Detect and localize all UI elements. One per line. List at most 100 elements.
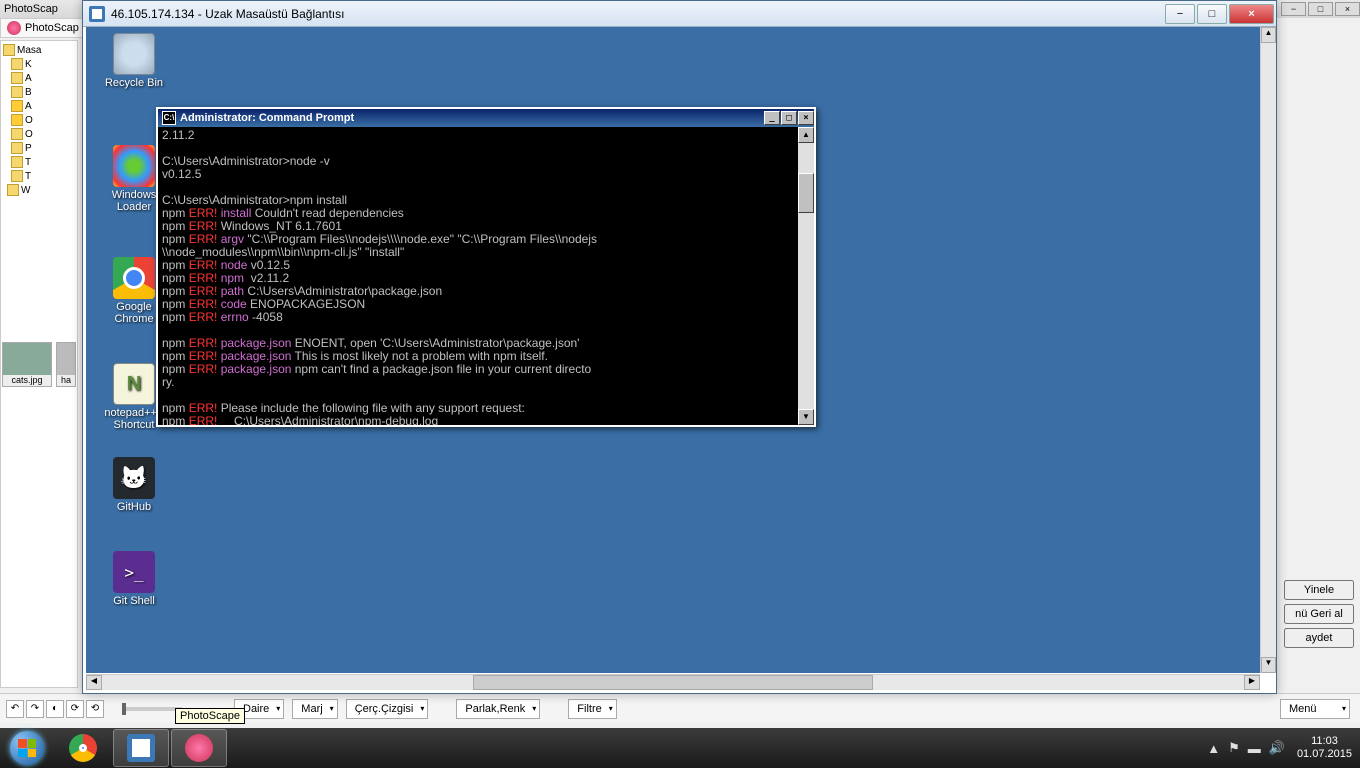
taskbar-photoscape[interactable] <box>171 729 227 767</box>
taskbar-clock[interactable]: 11:03 01.07.2015 <box>1297 735 1352 761</box>
cmd-text: v0.12.5 <box>247 258 290 272</box>
cmd-err: ERR! <box>189 310 218 324</box>
tree-root[interactable]: Masa <box>17 45 41 56</box>
scroll-up-icon[interactable]: ▲ <box>1261 27 1276 43</box>
recycle-bin-icon[interactable]: Recycle Bin <box>98 33 170 89</box>
margin-dropdown[interactable]: Marj <box>292 699 337 719</box>
cmd-line: 2.11.2 <box>162 128 194 142</box>
tree-item[interactable]: A <box>25 73 32 84</box>
cmd-err: ERR! <box>189 362 218 376</box>
action-center-icon[interactable]: ⚑ <box>1228 740 1240 756</box>
thumb-label: cats.jpg <box>11 375 42 385</box>
git-shell-icon[interactable]: Git Shell <box>98 551 170 607</box>
cmd-text: C:\Users\Administrator\npm-debug.log <box>217 414 438 425</box>
outer-min-button[interactable]: − <box>1281 2 1306 16</box>
redo-icon[interactable]: ↷ <box>26 700 44 718</box>
save-button[interactable]: aydet <box>1284 628 1354 648</box>
icon-label: Recycle Bin <box>105 77 163 89</box>
system-tray: ▲ ⚑ ▬ 🔊 11:03 01.07.2015 <box>1203 728 1360 768</box>
tree-item[interactable]: B <box>25 87 32 98</box>
contrast-icon[interactable]: ◐ <box>46 700 64 718</box>
icon-label: GitHub <box>117 501 151 513</box>
cmd-text: Please include the following file with a… <box>217 401 525 415</box>
cmd-scrollbar[interactable]: ▲ ▼ <box>798 127 814 425</box>
outer-close-button[interactable]: × <box>1335 2 1360 16</box>
thumbnail[interactable]: cats.jpg <box>2 342 52 387</box>
frame-dropdown[interactable]: Çerç.Çizgisi <box>346 699 429 719</box>
cmd-text: npm <box>162 284 189 298</box>
volume-icon[interactable]: 🔊 <box>1269 740 1285 756</box>
cmd-min-button[interactable]: _ <box>764 111 780 125</box>
cmd-cat: node <box>217 258 247 272</box>
tooltip: PhotoScape <box>175 708 245 724</box>
zoom-slider[interactable] <box>122 707 182 711</box>
icon-label: Git Shell <box>113 595 155 607</box>
tree-item[interactable]: T <box>25 171 31 182</box>
network-icon[interactable]: ▬ <box>1248 741 1261 756</box>
scroll-thumb[interactable] <box>473 675 873 690</box>
rdp-title: 46.105.174.134 - Uzak Masaüstü Bağlantıs… <box>111 7 344 21</box>
tree-item[interactable]: P <box>25 143 32 154</box>
rotate-ccw-icon[interactable]: ⟳ <box>66 700 84 718</box>
scroll-down-icon[interactable]: ▼ <box>798 409 814 425</box>
cmd-text: ENOENT, open 'C:\Users\Administrator\pac… <box>291 336 579 350</box>
clock-time: 11:03 <box>1297 735 1352 748</box>
tray-overflow-icon[interactable]: ▲ <box>1207 741 1220 756</box>
cmd-line: ry. <box>162 375 174 389</box>
undo-all-button[interactable]: nü Geri al <box>1284 604 1354 624</box>
cmd-text: npm <box>162 336 189 350</box>
clock-date: 01.07.2015 <box>1297 748 1352 761</box>
tree-item[interactable]: W <box>21 185 30 196</box>
remote-desktop[interactable]: Recycle Bin Windows Loader Google Chrome… <box>86 27 1273 673</box>
cmd-titlebar[interactable]: C:\ Administrator: Command Prompt _ □ × <box>158 109 814 127</box>
undo-icon[interactable]: ↶ <box>6 700 24 718</box>
rdp-max-button[interactable]: □ <box>1197 4 1227 24</box>
cmd-text: npm <box>162 232 189 246</box>
scroll-thumb[interactable] <box>798 173 814 213</box>
scroll-track[interactable] <box>798 143 814 409</box>
rdp-scrollbar-h[interactable]: ◀ ▶ <box>86 674 1260 690</box>
rdp-min-button[interactable]: − <box>1165 4 1195 24</box>
thumbnail[interactable]: ha <box>56 342 76 387</box>
rdp-scrollbar-v[interactable]: ▲ ▼ <box>1260 27 1276 673</box>
tree-item[interactable]: O <box>25 115 33 126</box>
cmd-err: ERR! <box>189 258 218 272</box>
folder-icon <box>11 58 23 70</box>
photoscape-tab[interactable]: PhotoScap <box>0 18 86 38</box>
scroll-right-icon[interactable]: ▶ <box>1244 675 1260 690</box>
rotate-cw-icon[interactable]: ⟲ <box>86 700 104 718</box>
cmd-window: C:\ Administrator: Command Prompt _ □ × … <box>156 107 816 427</box>
filter-dropdown[interactable]: Filtre <box>568 699 616 719</box>
cmd-text: Couldn't read dependencies <box>251 206 403 220</box>
bright-color-dropdown[interactable]: Parlak,Renk <box>456 699 540 719</box>
thumbnail-area: cats.jpg ha <box>0 340 78 400</box>
taskbar-chrome[interactable] <box>55 729 111 767</box>
rdp-titlebar[interactable]: 46.105.174.134 - Uzak Masaüstü Bağlantıs… <box>83 1 1276 27</box>
scroll-left-icon[interactable]: ◀ <box>86 675 102 690</box>
github-icon[interactable]: GitHub <box>98 457 170 513</box>
scroll-down-icon[interactable]: ▼ <box>1261 657 1276 673</box>
tree-item[interactable]: O <box>25 129 33 140</box>
tree-item[interactable]: K <box>25 59 32 70</box>
outer-max-button[interactable]: □ <box>1308 2 1333 16</box>
cmd-icon: C:\ <box>162 111 176 125</box>
cmd-close-button[interactable]: × <box>798 111 814 125</box>
redo-button[interactable]: Yinele <box>1284 580 1354 600</box>
cmd-max-button[interactable]: □ <box>781 111 797 125</box>
cmd-line: v0.12.5 <box>162 167 201 181</box>
cmd-text: npm <box>162 349 189 363</box>
scroll-up-icon[interactable]: ▲ <box>798 127 814 143</box>
start-button[interactable] <box>0 728 54 768</box>
cmd-text: v2.11.2 <box>247 271 289 285</box>
menu-dropdown[interactable]: Menü <box>1280 699 1350 719</box>
cmd-err: ERR! <box>189 414 218 425</box>
rdp-close-button[interactable]: × <box>1229 4 1274 24</box>
tree-item[interactable]: T <box>25 157 31 168</box>
cmd-text: npm <box>162 414 189 425</box>
cmd-text: This is most likely not a problem with n… <box>291 349 548 363</box>
cmd-output[interactable]: 2.11.2 C:\Users\Administrator>node -v v0… <box>158 127 798 425</box>
tree-item[interactable]: A <box>25 101 32 112</box>
taskbar-rdp[interactable] <box>113 729 169 767</box>
photoscape-tab-label: PhotoScap <box>25 22 79 34</box>
cmd-text: npm <box>162 310 189 324</box>
